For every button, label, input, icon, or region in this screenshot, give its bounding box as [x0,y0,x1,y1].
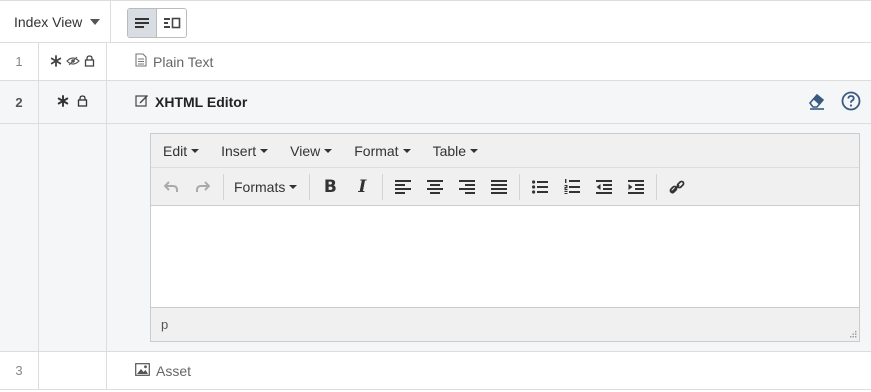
lock-icon [77,95,88,109]
undo-icon [164,180,178,192]
align-center-button[interactable] [419,173,451,201]
outdent-button[interactable] [588,173,620,201]
align-left-icon [395,179,412,194]
row-label: XHTML Editor [155,94,248,110]
list-view-icon [135,18,149,28]
asterisk-icon [50,54,62,69]
editor-row: Edit Insert View Format Table Formats B … [0,124,871,352]
outdent-icon [596,179,613,194]
document-icon [135,53,147,70]
eye-icon [66,55,80,68]
element-path[interactable]: p [161,317,168,332]
menu-view-label: View [290,142,321,159]
bold-button[interactable]: B [314,173,346,201]
menu-insert-label: Insert [221,142,257,159]
asterisk-icon [57,95,69,109]
align-center-icon [427,179,444,194]
row-flags [39,81,107,123]
list-header: Index View [0,0,871,43]
help-icon[interactable] [841,91,861,114]
align-left-button[interactable] [387,173,419,201]
row-number-empty [0,124,39,351]
indent-button[interactable] [620,173,652,201]
justify-button[interactable] [483,173,515,201]
caret-down-icon [470,148,479,153]
bullet-list-button[interactable] [524,173,556,201]
menu-format-label: Format [354,142,399,159]
resize-handle-icon[interactable] [848,330,857,339]
view-toggle-group [127,8,187,38]
caret-down-icon [402,148,411,153]
edit-icon [135,94,149,110]
menu-table-label: Table [432,142,467,159]
table-row-selected[interactable]: 2 XHTML Editor [0,81,871,124]
toolbar-separator [519,173,521,200]
row-content: Asset [107,352,871,389]
row-flags [39,43,107,80]
editor-menubar: Edit Insert View Format Table [151,134,859,168]
italic-button[interactable]: I [346,173,378,201]
index-view-dropdown[interactable]: Index View [0,1,111,43]
redo-button[interactable] [187,173,219,201]
menu-edit-label: Edit [163,142,188,159]
row-flags [39,352,107,389]
list-view-button[interactable] [128,9,157,37]
editor-content-area[interactable] [151,206,859,307]
caret-down-icon [260,148,269,153]
formats-dropdown[interactable]: Formats [228,173,305,201]
numbered-list-icon [564,179,581,194]
menu-insert[interactable]: Insert [215,143,278,159]
link-icon [669,180,685,194]
toolbar-separator [656,173,658,200]
row-label: Plain Text [153,53,214,70]
toolbar-separator [382,173,384,200]
detail-view-button[interactable] [157,9,186,37]
redo-icon [196,180,210,192]
xhtml-editor: Edit Insert View Format Table Formats B … [150,133,860,342]
detail-view-icon [163,17,180,29]
table-row[interactable]: 1 Plain Text [0,43,871,81]
caret-down-icon [191,148,200,153]
insert-link-button[interactable] [661,173,693,201]
justify-icon [491,179,508,194]
table-row[interactable]: 3 Asset [0,352,871,390]
row-flags-empty [39,124,107,351]
row-content: Plain Text [107,43,871,80]
menu-table[interactable]: Table [427,143,488,159]
row-number: 1 [0,43,39,80]
index-view-label: Index View [14,14,83,30]
row-number: 2 [0,81,39,123]
row-actions [807,81,861,123]
menu-view[interactable]: View [284,143,342,159]
image-icon [135,362,150,379]
editor-statusbar: p [151,307,859,341]
bullet-list-icon [532,179,549,194]
menu-edit[interactable]: Edit [157,143,209,159]
eraser-icon[interactable] [807,91,827,114]
row-number: 3 [0,352,39,389]
align-right-icon [459,179,476,194]
toolbar-separator [223,173,224,200]
align-right-button[interactable] [451,173,483,201]
caret-down-icon [90,19,101,25]
numbered-list-button[interactable] [556,173,588,201]
lock-icon [84,54,95,69]
indent-icon [628,179,645,194]
menu-format[interactable]: Format [348,143,420,159]
row-label: Asset [156,362,192,379]
undo-button[interactable] [155,173,187,201]
formats-label: Formats [234,178,286,195]
caret-down-icon [324,148,333,153]
caret-down-icon [289,184,298,189]
row-content: XHTML Editor [107,81,871,123]
toolbar-separator [309,173,311,200]
editor-toolbar: Formats B I [151,168,859,206]
